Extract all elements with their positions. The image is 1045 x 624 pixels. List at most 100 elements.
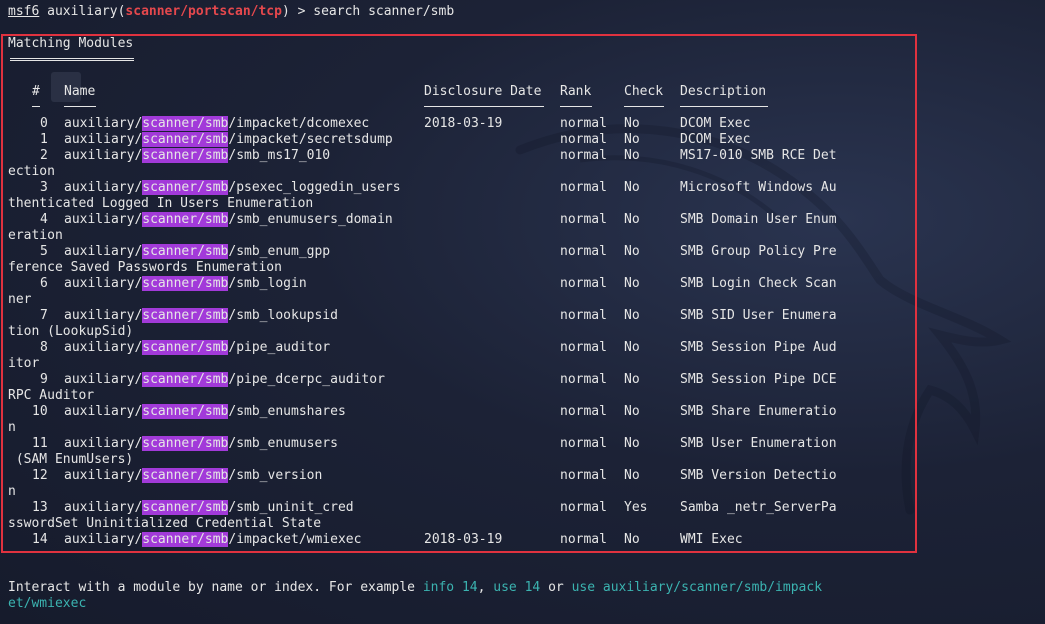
module-name[interactable]: auxiliary/scanner/smb/smb_lookupsid — [64, 308, 338, 324]
module-prefix: auxiliary/ — [64, 436, 143, 451]
module-check: No — [624, 116, 640, 131]
header-rank-underline — [560, 106, 592, 107]
module-suffix: /pipe_dcerpc_auditor — [228, 372, 385, 387]
use-index-command-link[interactable]: use 14 — [493, 580, 540, 595]
module-description-wrap: tion (LookupSid) — [8, 324, 134, 339]
module-suffix: /smb_enumusers_domain — [228, 212, 393, 227]
module-suffix: /pipe_auditor — [228, 340, 331, 355]
module-index: 5 — [40, 244, 48, 259]
module-index: 10 — [32, 404, 48, 419]
module-description: SMB Login Check Scan — [680, 276, 837, 291]
module-check: No — [624, 276, 640, 291]
module-prefix: auxiliary/ — [64, 148, 143, 163]
module-name[interactable]: auxiliary/scanner/smb/smb_login — [64, 276, 307, 292]
module-name[interactable]: auxiliary/scanner/smb/impacket/wmiexec — [64, 532, 361, 548]
module-rank: normal — [560, 132, 607, 147]
module-rank: normal — [560, 244, 607, 259]
module-type: auxiliary — [47, 4, 118, 19]
module-check: No — [624, 180, 640, 195]
search-match-highlight: scanner/smb — [142, 404, 229, 419]
module-prefix: auxiliary/ — [64, 116, 143, 131]
module-description-wrap: eration — [8, 228, 63, 243]
module-name[interactable]: auxiliary/scanner/smb/smb_enumusers — [64, 436, 338, 452]
module-name[interactable]: auxiliary/scanner/smb/smb_ms17_010 — [64, 148, 330, 164]
search-match-highlight: scanner/smb — [142, 116, 229, 131]
module-description: SMB Share Enumeratio — [680, 404, 837, 419]
module-prefix: auxiliary/ — [64, 340, 143, 355]
search-match-highlight: scanner/smb — [142, 180, 229, 195]
module-prefix: auxiliary/ — [64, 532, 143, 547]
module-suffix: /smb_ms17_010 — [228, 148, 331, 163]
module-name[interactable]: auxiliary/scanner/smb/impacket/dcomexec — [64, 116, 369, 132]
module-suffix: /impacket/dcomexec — [228, 116, 370, 131]
footer-hint-line2: et/wmiexec — [8, 596, 86, 612]
module-index: 1 — [40, 132, 48, 147]
module-rank: normal — [560, 532, 607, 547]
header-rank: Rank — [560, 84, 592, 99]
module-description: MS17-010 SMB RCE Det — [680, 148, 837, 163]
search-match-highlight: scanner/smb — [142, 468, 229, 483]
header-name-underline — [64, 106, 96, 107]
module-check: No — [624, 436, 640, 451]
module-description: DCOM Exec — [680, 116, 751, 131]
module-prefix: auxiliary/ — [64, 180, 143, 195]
module-description: SMB Session Pipe Aud — [680, 340, 837, 355]
use-path-command-link[interactable]: use auxiliary/scanner/smb/impack — [572, 580, 822, 595]
module-prefix: auxiliary/ — [64, 468, 143, 483]
search-match-highlight: scanner/smb — [142, 436, 229, 451]
info-command-link[interactable]: info 14 — [423, 580, 478, 595]
module-rank: normal — [560, 340, 607, 355]
module-name[interactable]: auxiliary/scanner/smb/impacket/secretsdu… — [64, 132, 393, 148]
module-check: No — [624, 468, 640, 483]
command-input[interactable]: search scanner/smb — [313, 4, 454, 19]
module-rank: normal — [560, 436, 607, 451]
module-name[interactable]: auxiliary/scanner/smb/pipe_auditor — [64, 340, 330, 356]
section-title-underline — [10, 58, 134, 61]
module-rank: normal — [560, 372, 607, 387]
module-description-wrap: ner — [8, 292, 32, 307]
search-match-highlight: scanner/smb — [142, 308, 229, 323]
module-name[interactable]: auxiliary/scanner/smb/smb_version — [64, 468, 322, 484]
active-module: scanner/portscan/tcp — [125, 4, 282, 19]
module-suffix: /smb_enumusers — [228, 436, 338, 451]
search-match-highlight: scanner/smb — [142, 372, 229, 387]
module-name[interactable]: auxiliary/scanner/smb/pipe_dcerpc_audito… — [64, 372, 385, 388]
module-description-wrap: n — [8, 420, 16, 435]
module-rank: normal — [560, 180, 607, 195]
module-name[interactable]: auxiliary/scanner/smb/smb_uninit_cred — [64, 500, 354, 516]
module-name[interactable]: auxiliary/scanner/smb/psexec_loggedin_us… — [64, 180, 401, 196]
search-match-highlight: scanner/smb — [142, 212, 229, 227]
module-description-wrap: itor — [8, 356, 40, 371]
module-index: 0 — [40, 116, 48, 131]
header-num-underline — [32, 106, 40, 107]
search-match-highlight: scanner/smb — [142, 532, 229, 547]
search-match-highlight: scanner/smb — [142, 276, 229, 291]
module-check: No — [624, 404, 640, 419]
module-check: No — [624, 212, 640, 227]
module-index: 3 — [40, 180, 48, 195]
prompt-line: msf6 auxiliary(scanner/portscan/tcp) > s… — [8, 4, 455, 19]
module-description-wrap: RPC Auditor — [8, 388, 95, 403]
footer-hint-line1: Interact with a module by name or index.… — [8, 580, 822, 596]
module-description: SMB Version Detectio — [680, 468, 837, 483]
module-rank: normal — [560, 276, 607, 291]
module-suffix: /smb_enumshares — [228, 404, 346, 419]
module-name[interactable]: auxiliary/scanner/smb/smb_enumshares — [64, 404, 346, 420]
module-name[interactable]: auxiliary/scanner/smb/smb_enumusers_doma… — [64, 212, 393, 228]
module-name[interactable]: auxiliary/scanner/smb/smb_enum_gpp — [64, 244, 330, 260]
module-index: 8 — [40, 340, 48, 355]
header-description: Description — [680, 84, 767, 99]
search-match-highlight: scanner/smb — [142, 132, 229, 147]
module-rank: normal — [560, 500, 607, 515]
module-description: SMB Domain User Enum — [680, 212, 837, 227]
module-description: SMB Group Policy Pre — [680, 244, 837, 259]
module-description-wrap: ection — [8, 164, 55, 179]
header-num: # — [32, 84, 40, 99]
use-path-command-link-cont[interactable]: et/wmiexec — [8, 596, 86, 611]
module-rank: normal — [560, 148, 607, 163]
module-description: Microsoft Windows Au — [680, 180, 837, 195]
module-suffix: /smb_login — [228, 276, 307, 291]
module-prefix: auxiliary/ — [64, 308, 143, 323]
module-index: 7 — [40, 308, 48, 323]
footer-text: Interact with a module by name or index.… — [8, 580, 423, 595]
